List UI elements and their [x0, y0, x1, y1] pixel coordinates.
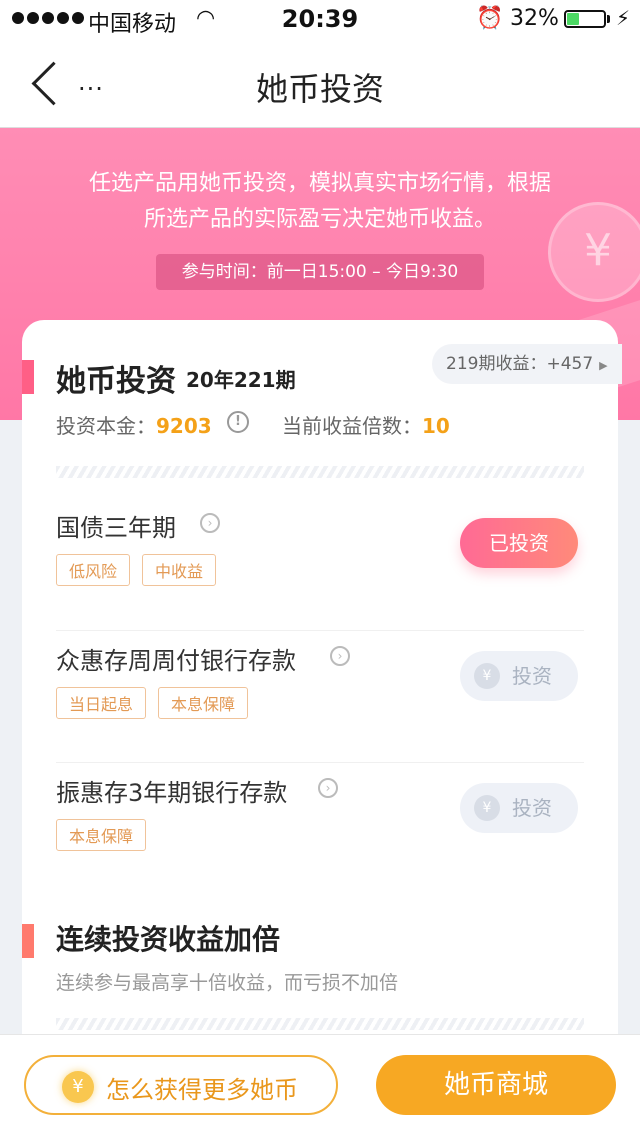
page-title: 她币投资: [255, 70, 384, 108]
earn-more-coins-button[interactable]: ¥ 怎么获得更多她币: [24, 1055, 338, 1115]
charging-icon: ⚡: [616, 6, 631, 30]
chevron-right-circle-icon[interactable]: ›: [318, 778, 338, 798]
principal-row: 投资本金：9203: [56, 410, 212, 439]
product-tags: 本息保障: [56, 819, 147, 851]
section-title: 连续投资收益加倍: [56, 923, 281, 956]
section-marker: [22, 360, 34, 394]
multiplier-label: 当前收益倍数：: [282, 414, 422, 438]
yuan-coin-icon: ¥: [474, 663, 500, 689]
participation-time: 参与时间：前一日15:00 – 今日9:30: [156, 254, 484, 290]
investment-card: 她币投资 20年221期 219期收益：+457 ▶ 投资本金：9203 ! 当前…: [22, 320, 622, 1060]
invest-button[interactable]: ¥ 投资: [460, 651, 578, 701]
banner-line-2: 所选产品的实际盈亏决定她币收益。: [143, 207, 496, 232]
previous-income-label: 219期收益：+457: [446, 354, 594, 374]
product-item: 振惠存3年期银行存款 › 本息保障 ¥ 投资: [56, 762, 584, 895]
info-icon[interactable]: !: [227, 411, 249, 433]
product-tags: 当日起息 本息保障: [56, 687, 249, 719]
coin-mall-button[interactable]: 她币商城: [376, 1055, 616, 1115]
product-item: 众惠存周周付银行存款 › 当日起息 本息保障 ¥ 投资: [56, 630, 584, 763]
section-marker: [22, 924, 34, 958]
product-tag: 中收益: [142, 554, 217, 586]
alarm-icon: ⏰: [476, 6, 504, 31]
product-name[interactable]: 国债三年期: [56, 508, 176, 543]
principal-label: 投资本金：: [56, 414, 156, 438]
banner-line-1: 任选产品用她币投资，模拟真实市场行情，根据: [88, 171, 551, 196]
invested-button[interactable]: 已投资: [460, 518, 578, 568]
battery-percent: 32%: [510, 6, 559, 31]
product-tag: 本息保障: [158, 687, 249, 719]
earn-more-label: 怎么获得更多她币: [106, 1076, 298, 1104]
triangle-right-icon: ▶: [599, 359, 608, 372]
product-item: 国债三年期 › 低风险 中收益 已投资: [56, 498, 584, 630]
product-tag: 低风险: [56, 554, 131, 586]
yuan-coin-icon: ¥: [62, 1071, 94, 1103]
chevron-right-circle-icon[interactable]: ›: [200, 513, 220, 533]
product-tags: 低风险 中收益: [56, 554, 217, 586]
navigation-bar: ... 她币投资: [0, 40, 640, 128]
principal-value: 9203: [156, 414, 212, 438]
multiplier-row: 当前收益倍数：10: [282, 410, 450, 439]
product-name[interactable]: 振惠存3年期银行存款: [56, 773, 287, 808]
issue-number: 20年221期: [186, 368, 296, 392]
status-bar: 中国移动 ◠ 20:39 ⏰ 32% ⚡: [0, 0, 640, 40]
product-tag: 当日起息: [56, 687, 147, 719]
chevron-right-circle-icon[interactable]: ›: [330, 646, 350, 666]
invest-button[interactable]: ¥ 投资: [460, 783, 578, 833]
invest-button-label: 投资: [512, 664, 552, 688]
battery-tip-icon: [607, 15, 610, 23]
battery-icon: [564, 10, 606, 28]
divider-stripe: [56, 1018, 584, 1030]
divider-stripe: [56, 466, 584, 478]
invest-button-label: 投资: [512, 796, 552, 820]
product-name[interactable]: 众惠存周周付银行存款: [56, 641, 296, 676]
previous-income-pill[interactable]: 219期收益：+457 ▶: [432, 344, 622, 384]
bottom-action-bar: ¥ 怎么获得更多她币 她币商城: [0, 1034, 640, 1136]
yuan-coin-icon: ¥: [474, 795, 500, 821]
product-tag: 本息保障: [56, 819, 147, 851]
multiplier-value: 10: [422, 414, 450, 438]
section-subtitle: 连续参与最高享十倍收益，而亏损不加倍: [56, 972, 399, 994]
banner-description: 任选产品用她币投资，模拟真实市场行情，根据 所选产品的实际盈亏决定她币收益。: [0, 166, 640, 238]
section-title: 她币投资: [56, 364, 176, 399]
